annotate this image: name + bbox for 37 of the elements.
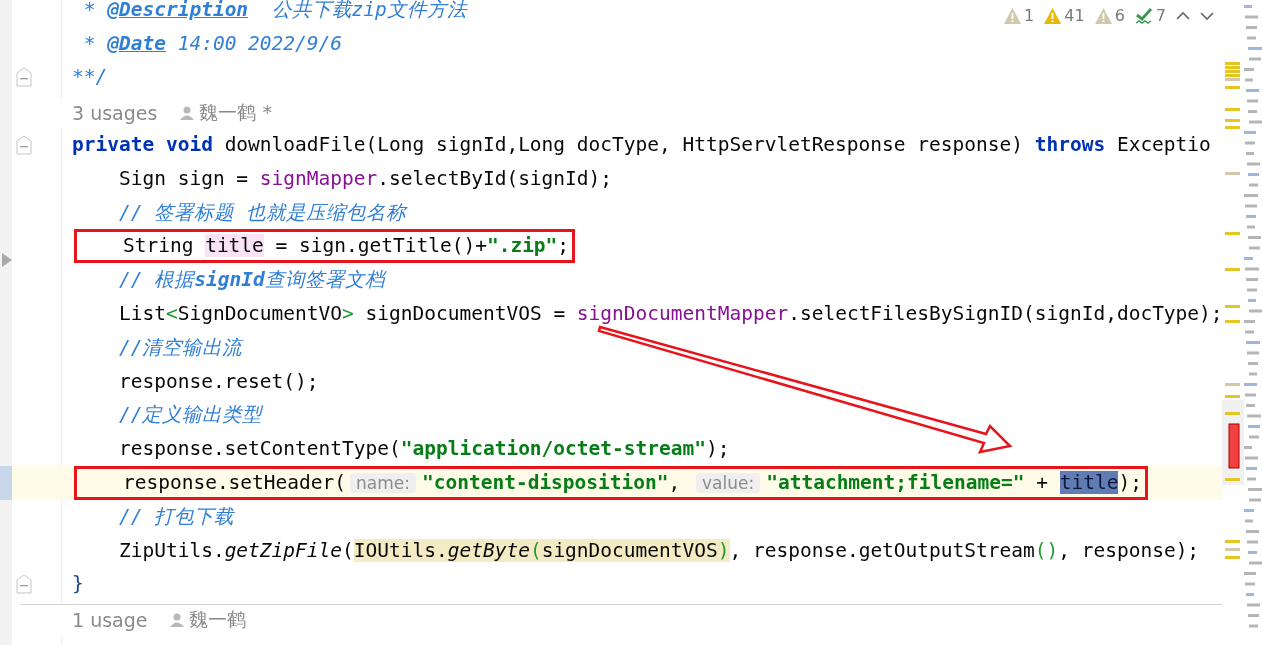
warning-icon <box>1094 7 1112 24</box>
warning-icon <box>1044 7 1062 24</box>
fold-icon[interactable] <box>16 574 32 595</box>
code-line: * @Description 公共下载zip文件方法 <box>82 0 467 23</box>
inspection-counter[interactable]: 41 <box>1044 6 1085 25</box>
code-line: //定义输出类型 <box>117 402 263 429</box>
code-line: // 签署标题 也就是压缩包名称 <box>117 199 406 226</box>
inspection-counter[interactable]: 6 <box>1094 6 1125 25</box>
triangle-icon <box>2 253 12 267</box>
inspection-counter[interactable]: 1 <box>1004 6 1035 25</box>
author-name: 魏一鹤 * <box>199 100 272 126</box>
code-line: // 打包下载 <box>117 503 235 530</box>
code-line: private void downloadFile(Long signId,Long docType, HttpServletResponse response) throws Exceptio <box>71 132 1211 159</box>
chevron-down-icon[interactable] <box>1200 10 1214 21</box>
person-icon <box>169 612 186 629</box>
warning-icon <box>1004 7 1022 24</box>
code-line: ZipUtils.getZipFile(IOUtils.getByte(signDocumentVOS), response.getOutputStream(), response); <box>117 537 1200 564</box>
check-icon <box>1134 6 1153 25</box>
annotated-code-line: response.setHeader( name: "content-disposition", value: "attachment;filename=" + title); <box>76 468 1146 499</box>
code-line: response.reset(); <box>117 368 319 395</box>
person-icon <box>179 105 196 122</box>
code-line: response.setContentType("application/octet-stream"); <box>117 436 730 463</box>
code-line: //清空输出流 <box>117 334 243 361</box>
code-line: Sign sign = signMapper.selectById(signId); <box>117 165 613 192</box>
fold-icon[interactable] <box>16 135 32 156</box>
code-line: List<SignDocumentVO> signDocumentVOS = signDocumentMapper.selectFilesBySignID(signId,docType); <box>117 301 1223 328</box>
usages-hint[interactable]: 3 usages <box>72 102 158 125</box>
chevron-up-icon[interactable] <box>1176 10 1190 21</box>
fold-icon[interactable] <box>16 67 32 88</box>
inspection-counter[interactable]: 7 <box>1134 6 1166 25</box>
code-line: **/ <box>71 64 108 91</box>
author-name: 魏一鹤 <box>189 607 247 633</box>
annotated-code-line: String title = sign.getTitle()+".zip"; <box>76 231 574 262</box>
code-line: // 根据signId查询签署文档 <box>117 267 385 294</box>
code-line: } <box>71 571 84 598</box>
usages-hint[interactable]: 1 usage <box>72 609 148 632</box>
code-line: * @Date 14:00 2022/9/6 <box>82 30 343 57</box>
